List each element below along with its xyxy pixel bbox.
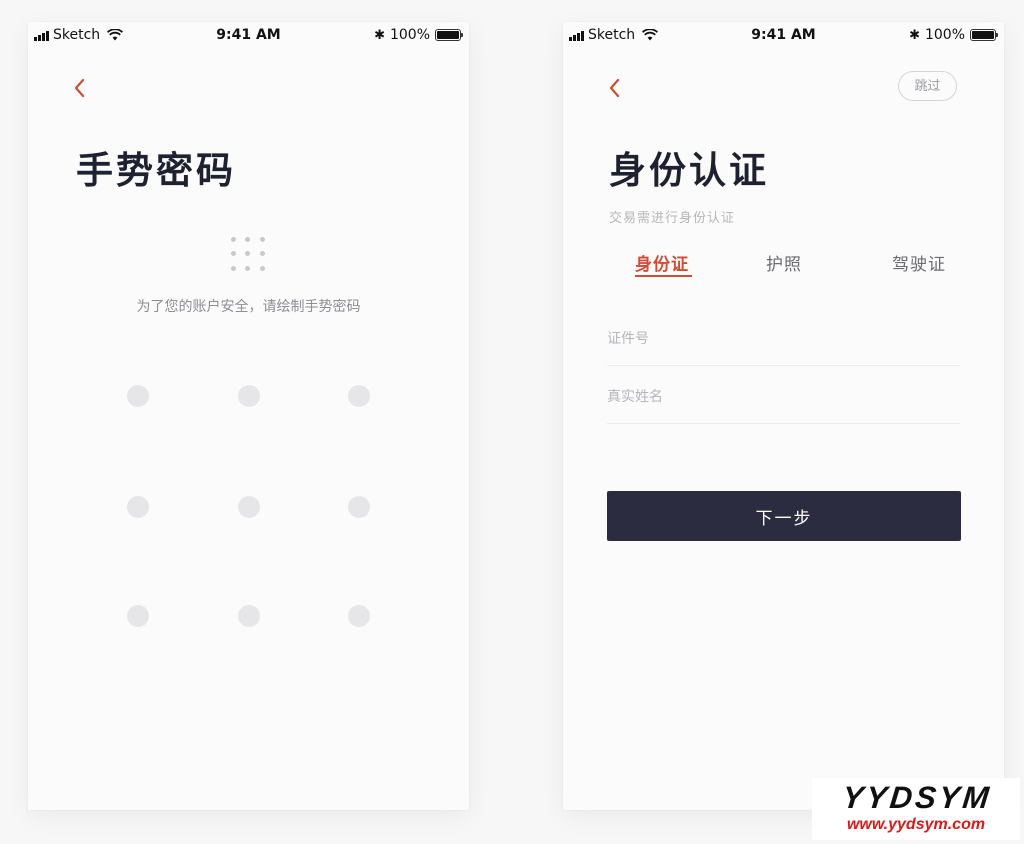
gesture-pattern-grid[interactable] bbox=[28, 22, 469, 810]
id-number-field bbox=[607, 308, 960, 366]
pattern-point[interactable] bbox=[127, 605, 149, 627]
page-subtitle: 交易需进行身份认证 bbox=[609, 211, 736, 226]
skip-button[interactable]: 跳过 bbox=[898, 71, 957, 101]
real-name-input[interactable] bbox=[607, 389, 960, 405]
gesture-password-screen: Sketch 9:41 AM ✱ 100% 手势密码 为了您的账户安全，请绘制手… bbox=[28, 22, 469, 810]
pattern-point[interactable] bbox=[238, 385, 260, 407]
pattern-point[interactable] bbox=[238, 496, 260, 518]
real-name-field bbox=[607, 366, 960, 424]
battery-level bbox=[972, 31, 994, 39]
pattern-point[interactable] bbox=[348, 385, 370, 407]
pattern-point[interactable] bbox=[127, 496, 149, 518]
active-tab-indicator bbox=[635, 275, 692, 277]
status-bar: Sketch 9:41 AM ✱ 100% bbox=[563, 22, 1004, 50]
bluetooth-icon: ✱ bbox=[909, 27, 920, 43]
pattern-point[interactable] bbox=[348, 496, 370, 518]
pattern-point[interactable] bbox=[127, 385, 149, 407]
battery-percent: 100% bbox=[924, 27, 965, 43]
tab-driving-license[interactable]: 驾驶证 bbox=[892, 250, 946, 275]
identity-verification-screen: Sketch 9:41 AM ✱ 100% 跳过 身份认证 交易需进行身份认证 … bbox=[563, 22, 1004, 810]
watermark-url: www.yydsym.com bbox=[846, 816, 986, 833]
pattern-point[interactable] bbox=[238, 605, 260, 627]
id-number-input[interactable] bbox=[607, 331, 960, 347]
back-button[interactable] bbox=[605, 74, 625, 102]
watermark: YYDSYM www.yydsym.com bbox=[812, 778, 1020, 840]
tab-passport[interactable]: 护照 bbox=[766, 250, 802, 275]
tab-id-card[interactable]: 身份证 bbox=[635, 250, 689, 275]
next-step-button[interactable]: 下一步 bbox=[607, 491, 961, 541]
chevron-left-icon bbox=[609, 78, 620, 98]
pattern-point[interactable] bbox=[348, 605, 370, 627]
battery-icon bbox=[970, 29, 998, 41]
page-title: 身份认证 bbox=[609, 149, 769, 192]
watermark-logo: YYDSYM bbox=[840, 780, 994, 815]
